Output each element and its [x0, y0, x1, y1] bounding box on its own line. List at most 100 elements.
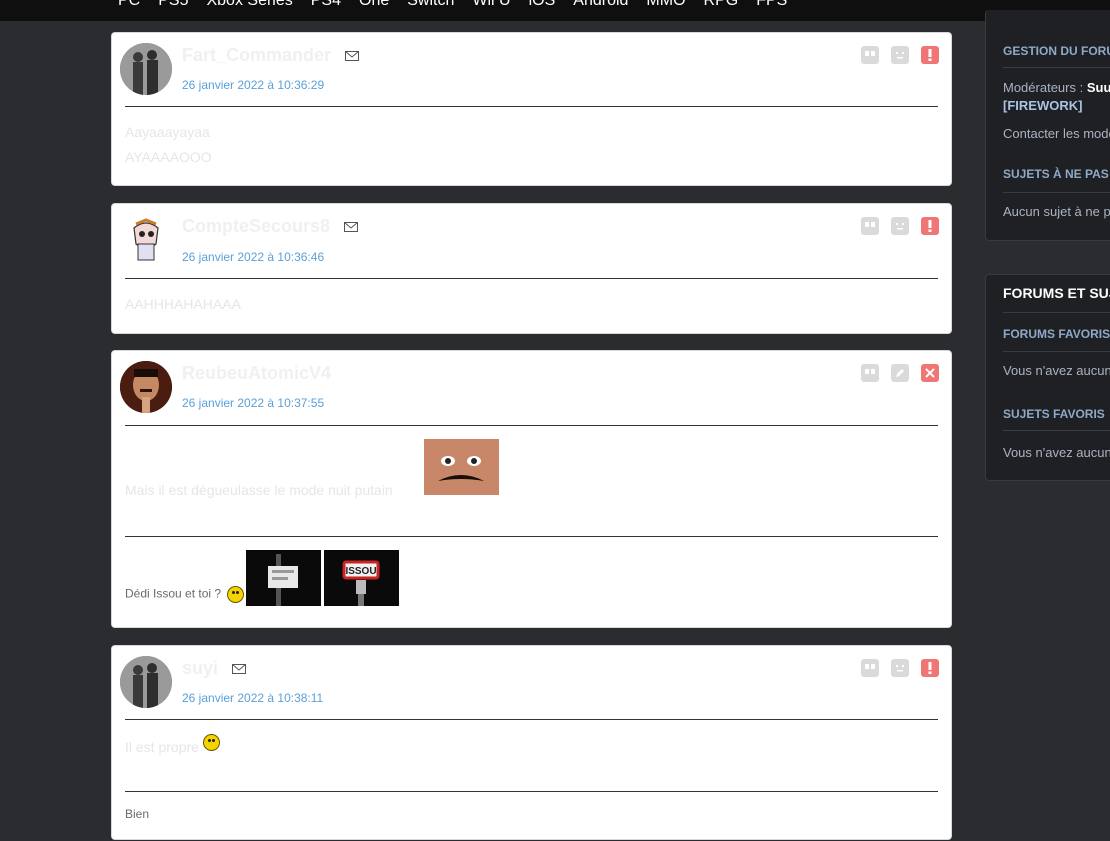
delete-button[interactable] — [921, 364, 939, 382]
post-actions — [861, 659, 939, 677]
author-name[interactable]: CompteSecours8 — [182, 216, 330, 237]
quote-icon — [865, 664, 875, 669]
sad-face-icon — [896, 665, 904, 672]
smiley-icon — [202, 733, 220, 751]
post-body: Aayaaayayaa AYAAAAOOO — [125, 120, 212, 170]
contact-moderators-link[interactable]: Contacter les modérateurs — [1003, 126, 1110, 141]
signature-divider — [125, 791, 938, 792]
quote-button[interactable] — [861, 659, 879, 677]
sad-face-icon — [896, 223, 904, 230]
moderator-link[interactable]: Suu — [1087, 80, 1110, 95]
post-line: Aayaaayayaa — [125, 124, 210, 140]
quote-icon — [865, 369, 875, 374]
post-line: Il est propre — [125, 739, 199, 755]
author-name-row: ReubeuAtomicV4 — [182, 363, 331, 384]
divider — [125, 106, 938, 107]
divider — [1003, 351, 1110, 352]
nav-item-ps4[interactable]: PS4 — [311, 0, 341, 10]
divider — [1003, 430, 1110, 431]
nav-item-pc[interactable]: PC — [118, 0, 140, 10]
sidebar-title: SUJETS À NE PAS — [1003, 167, 1109, 181]
post-date[interactable]: 26 janvier 2022 à 10:36:29 — [182, 78, 324, 92]
moderators-line: Modérateurs : Suu — [1003, 80, 1110, 95]
post-date[interactable]: 26 janvier 2022 à 10:36:46 — [182, 250, 324, 264]
post-line: AAHHHAHAHAAA — [125, 296, 241, 312]
forum-post: Fart_Commander 26 janvier 2022 à 10:36:2… — [111, 32, 952, 186]
signature-image[interactable]: ISSOU — [324, 550, 399, 606]
signature-text: Dédi Issou et toi ? — [125, 586, 222, 601]
avatar[interactable] — [120, 214, 172, 266]
nav-item-mmo[interactable]: MMO — [646, 0, 685, 10]
nav-item-xbox-series[interactable]: Xbox Series — [206, 0, 292, 10]
moderator-link[interactable]: [FIREWORK] — [1003, 98, 1082, 113]
nav-item-one[interactable]: One — [359, 0, 389, 10]
mail-icon[interactable] — [344, 221, 359, 232]
issou-sign-text: ISSOU — [345, 566, 376, 577]
author-name[interactable]: suyi — [182, 658, 218, 679]
divider — [1003, 192, 1110, 193]
forum-post: ReubeuAtomicV4 26 janvier 2022 à 10:37:5… — [111, 350, 952, 628]
forum-post: CompteSecours8 26 janvier 2022 à 10:36:4… — [111, 203, 952, 334]
sidebar-text: Vous n'avez aucun — [1003, 445, 1110, 460]
nav-item-rpg[interactable]: RPG — [704, 0, 739, 10]
forum-post: suyi 26 janvier 2022 à 10:38:11 Il est p… — [111, 645, 952, 840]
nav-item-android[interactable]: Android — [573, 0, 628, 10]
post-date[interactable]: 26 janvier 2022 à 10:37:55 — [182, 396, 324, 410]
mail-icon[interactable] — [345, 50, 360, 61]
sticker-image[interactable] — [424, 439, 499, 495]
divider — [125, 278, 938, 279]
post-actions — [861, 217, 939, 235]
post-body: AAHHHAHAHAAA — [125, 292, 241, 317]
alert-icon — [928, 662, 932, 674]
moderators-label: Modérateurs : — [1003, 80, 1084, 95]
close-icon — [925, 368, 935, 378]
sad-face-icon — [896, 52, 904, 59]
author-name[interactable]: ReubeuAtomicV4 — [182, 363, 331, 384]
blacklist-button[interactable] — [891, 46, 909, 64]
top-nav-bar: PC PS5 Xbox Series PS4 One Switch Wii U … — [0, 0, 1110, 21]
signature: Dédi Issou et toi ? — [125, 586, 245, 603]
blacklist-button[interactable] — [891, 217, 909, 235]
alert-icon — [928, 49, 932, 61]
nav-item-fps[interactable]: FPS — [756, 0, 787, 10]
sidebar-title: FORUMS ET SUJETS — [1003, 285, 1110, 301]
author-name[interactable]: Fart_Commander — [182, 45, 331, 66]
divider — [125, 719, 938, 720]
sidebar-text: Vous n'avez aucun — [1003, 363, 1110, 378]
post-line: AYAAAAOOO — [125, 149, 212, 165]
quote-button[interactable] — [861, 364, 879, 382]
post-date[interactable]: 26 janvier 2022 à 10:38:11 — [182, 691, 323, 705]
avatar[interactable] — [120, 43, 172, 95]
nav-item-wiiu[interactable]: Wii U — [472, 0, 510, 10]
divider — [125, 425, 938, 426]
report-button[interactable] — [921, 217, 939, 235]
author-name-row: CompteSecours8 — [182, 216, 359, 237]
smiley-icon — [227, 586, 245, 603]
signature-divider — [125, 536, 938, 537]
nav-item-switch[interactable]: Switch — [407, 0, 454, 10]
sidebar-title: SUJETS FAVORIS — [1003, 407, 1105, 421]
report-button[interactable] — [921, 46, 939, 64]
pencil-icon — [896, 369, 904, 377]
post-line: Mais il est dégueulasse le mode nuit put… — [125, 482, 393, 498]
nav-item-ios[interactable]: iOS — [529, 0, 556, 10]
signature: Bien — [125, 807, 150, 821]
quote-button[interactable] — [861, 46, 879, 64]
author-name-row: Fart_Commander — [182, 45, 360, 66]
blacklist-button[interactable] — [891, 659, 909, 677]
platform-nav: PC PS5 Xbox Series PS4 One Switch Wii U … — [118, 0, 787, 10]
avatar[interactable] — [120, 361, 172, 413]
quote-button[interactable] — [861, 217, 879, 235]
alert-icon — [928, 220, 932, 232]
sidebar-title: FORUMS FAVORIS — [1003, 327, 1110, 341]
sidebar-moderation-box: GESTION DU FORUM Modérateurs : Suu [FIRE… — [985, 10, 1110, 241]
signature-image[interactable] — [246, 550, 321, 606]
mail-icon[interactable] — [232, 663, 247, 674]
divider — [1003, 67, 1110, 68]
edit-button[interactable] — [891, 364, 909, 382]
avatar[interactable] — [120, 656, 172, 708]
post-body: Mais il est dégueulasse le mode nuit put… — [125, 439, 393, 498]
report-button[interactable] — [921, 659, 939, 677]
nav-item-ps5[interactable]: PS5 — [158, 0, 188, 10]
post-body: Il est propre — [125, 733, 220, 760]
